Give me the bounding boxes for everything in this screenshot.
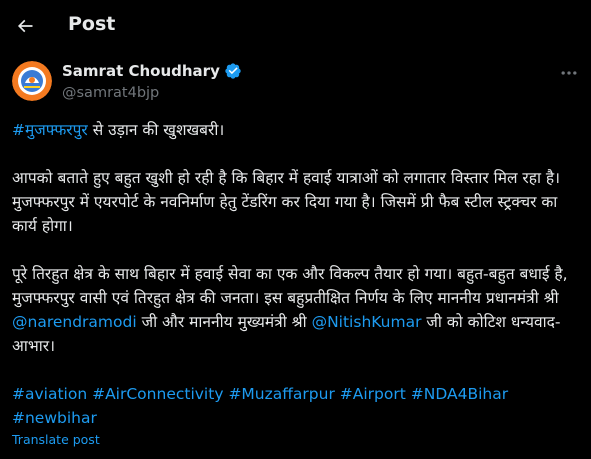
party-logo-avatar: [12, 61, 52, 101]
verified-badge-icon: [225, 63, 241, 79]
translate-post-link[interactable]: Translate post: [12, 432, 100, 447]
hashtag-link[interactable]: #Muzaffarpur: [228, 385, 334, 403]
avatar[interactable]: [12, 61, 52, 101]
post-text-segment: जी और माननीय मुख्यमंत्री श्री: [136, 313, 312, 331]
mention-link[interactable]: @narendramodi: [12, 313, 137, 331]
back-button[interactable]: [10, 11, 40, 41]
post-text-segment: पूरे तिरहुत क्षेत्र के साथ बिहार में हवा…: [12, 265, 568, 307]
page-title: Post: [68, 13, 116, 35]
author-name[interactable]: Samrat Choudhary: [62, 62, 220, 80]
author-handle[interactable]: @samrat4bjp: [62, 85, 159, 101]
post-paragraph-2: आपको बताते हुए बहुत खुशी हो रही है कि बि…: [12, 169, 561, 235]
hashtag-link[interactable]: #AirConnectivity: [92, 385, 223, 403]
author-name-row: Samrat Choudhary: [62, 62, 242, 80]
mention-link[interactable]: @NitishKumar: [312, 313, 422, 331]
hashtag-link[interactable]: #NDA4Bihar: [411, 385, 508, 403]
hashtags-paragraph: #aviation #AirConnectivity #Muzaffarpur …: [12, 382, 582, 430]
post-text: #मुजफ्फरपुर से उड़ान की खुशखबरी। आपको बत…: [12, 118, 582, 430]
hashtag-link[interactable]: #मुजफ्फरपुर: [12, 121, 88, 139]
post-text-segment: से उड़ान की खुशखबरी।: [87, 121, 225, 139]
arrow-left-icon: [17, 19, 33, 33]
post-paragraph-3: पूरे तिरहुत क्षेत्र के साथ बिहार में हवा…: [12, 262, 582, 358]
post-paragraph-1: #मुजफ्फरपुर से उड़ान की खुशखबरी।: [12, 118, 582, 142]
hashtag-link[interactable]: #newbihar: [12, 409, 97, 427]
more-horizontal-icon: [561, 71, 577, 75]
hashtag-link[interactable]: #aviation: [12, 385, 87, 403]
more-options-button[interactable]: [556, 63, 582, 83]
post-header: Post: [0, 0, 591, 52]
hashtag-link[interactable]: #Airport: [340, 385, 406, 403]
